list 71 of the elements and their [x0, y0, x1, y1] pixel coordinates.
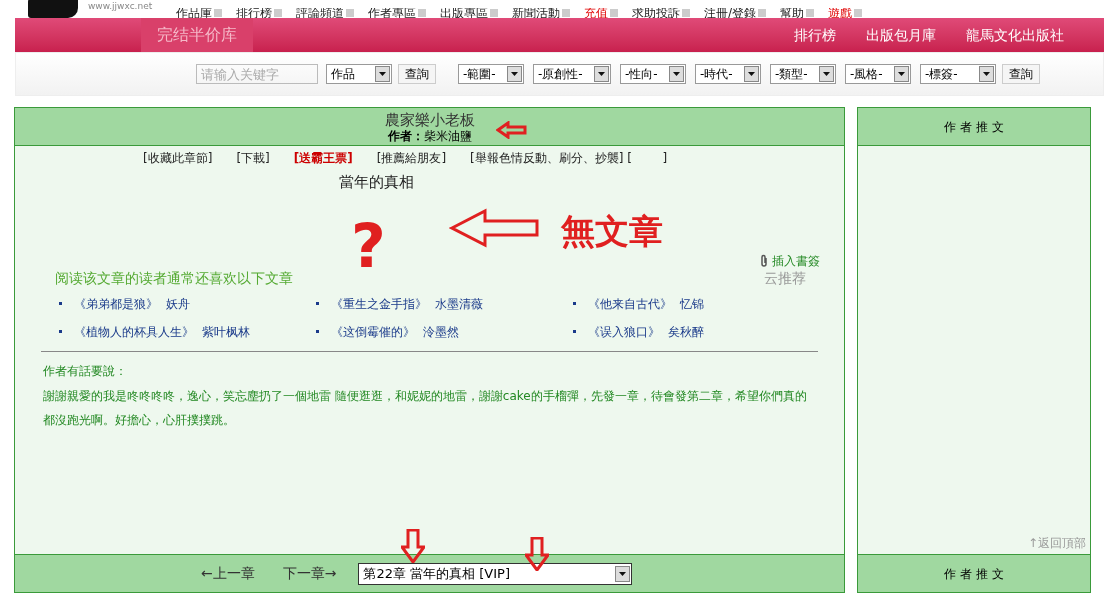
annotation-text: 無文章 — [561, 209, 663, 253]
author-link[interactable]: 矣秋醉 — [668, 322, 704, 341]
book-link[interactable]: 《误入狼口》 — [588, 322, 660, 341]
sidebar-footer-title: 作 者 推 文 — [944, 565, 1004, 583]
chapter-action-link[interactable]: [收藏此章節] — [143, 149, 213, 167]
author-link[interactable]: 忆锦 — [680, 294, 704, 313]
caret-icon — [894, 66, 909, 82]
dropdown[interactable]: -類型- — [770, 64, 836, 84]
author-name[interactable]: 柴米油鹽 — [423, 128, 472, 143]
bullet-icon — [59, 330, 62, 333]
chapter-action-link[interactable]: [推薦給朋友] — [376, 149, 447, 167]
search-field[interactable]: 请输入关键字 — [196, 64, 318, 84]
recommend-heading: 阅读该文章的读者通常还喜欢以下文章 — [55, 268, 293, 288]
bullet-icon — [573, 302, 576, 305]
banner-link[interactable]: 排行榜 — [794, 24, 836, 46]
banner-link[interactable]: 出版包月庫 — [866, 24, 936, 46]
dropdown[interactable]: -風格- — [845, 64, 911, 84]
book-link[interactable]: 《弟弟都是狼》 — [74, 294, 158, 313]
banner-link[interactable]: 龍馬文化出版社 — [966, 24, 1064, 46]
left-arrow-icon — [449, 207, 541, 248]
next-chapter-link[interactable]: 下一章→ — [282, 563, 337, 584]
left-arrow-icon — [496, 121, 528, 139]
chapter-action-link[interactable]: [下載] — [236, 149, 270, 167]
caret-icon — [507, 66, 522, 82]
author-label: 作者： — [387, 128, 424, 143]
book-link[interactable]: 《他来自古代》 — [588, 294, 672, 313]
bullet-icon — [316, 302, 319, 305]
book-link[interactable]: 《植物人的杯具人生》 — [74, 322, 194, 341]
dropdown[interactable]: -時代- — [695, 64, 761, 84]
caret-icon — [669, 66, 684, 82]
bullet-icon — [59, 302, 62, 305]
author-link[interactable]: 水墨清薇 — [435, 294, 483, 313]
previous-chapter-link[interactable]: ←上一章 — [201, 563, 255, 584]
author-link[interactable]: 妖舟 — [166, 294, 190, 313]
caret-icon — [744, 66, 759, 82]
chapter-dropdown[interactable]: 第22章 當年的真相 [VIP] — [358, 562, 633, 585]
book-link[interactable]: 《这倒霉催的》 — [331, 322, 415, 341]
down-arrow-icon — [401, 529, 425, 563]
book-link[interactable]: 《重生之金手指》 — [331, 294, 427, 313]
caret-icon — [594, 66, 609, 82]
paperclip-icon — [760, 253, 768, 268]
author-note: 謝謝親愛的我是咚咚咚咚，逸心，笑忘塵扔了一個地雷 隨便逛逛，和妮妮的地雷，謝謝cake的手榴彈，先發一章，待會發第二章，希望你們真的都沒跑光啊。好擔心，心肝撲撲跳。 — [43, 387, 808, 429]
dropdown[interactable]: -標簽- — [920, 64, 996, 84]
author-link[interactable]: 紫叶枫林 — [202, 322, 250, 341]
cloud-recommend-label: 云推荐 — [764, 268, 806, 288]
question-mark: ? — [351, 215, 386, 276]
novel-title: 農家樂小老板 — [384, 110, 475, 129]
nav-menu-item[interactable]: 幫助 — [780, 8, 815, 18]
dropdown[interactable]: -範圍- — [458, 64, 524, 84]
search-button[interactable]: 查詢 — [398, 64, 436, 84]
bookmark-link[interactable]: 插入書簽 — [760, 251, 820, 270]
chapter-title: 當年的真相 — [339, 172, 415, 193]
dropdown[interactable]: 作品 — [326, 64, 392, 84]
caret-icon — [979, 66, 994, 82]
dropdown[interactable]: -原創性- — [533, 64, 611, 84]
filter-search-button[interactable]: 查詢 — [1002, 64, 1040, 84]
sidebar-title: 作 者 推 文 — [944, 118, 1004, 136]
dropdown[interactable]: -性向- — [620, 64, 686, 84]
bullet-icon — [316, 330, 319, 333]
chapter-action-link[interactable]: [舉報色情反動、刷分、抄襲] [ ] — [470, 149, 668, 167]
caret-icon — [615, 565, 631, 582]
bullet-icon — [573, 330, 576, 333]
chapter-action-link[interactable]: [送霸王票] — [293, 149, 353, 167]
caret-icon — [819, 66, 834, 82]
nav-menu-item[interactable]: 遊戲 — [828, 8, 863, 18]
caret-icon — [375, 66, 390, 82]
logo-url: www.jjwxc.net — [88, 0, 153, 13]
author-note-heading: 作者有話要說： — [43, 362, 128, 380]
down-arrow-icon — [525, 537, 549, 571]
logo-calligraphy-icon — [28, 0, 78, 18]
author-link[interactable]: 泠墨然 — [423, 322, 459, 341]
